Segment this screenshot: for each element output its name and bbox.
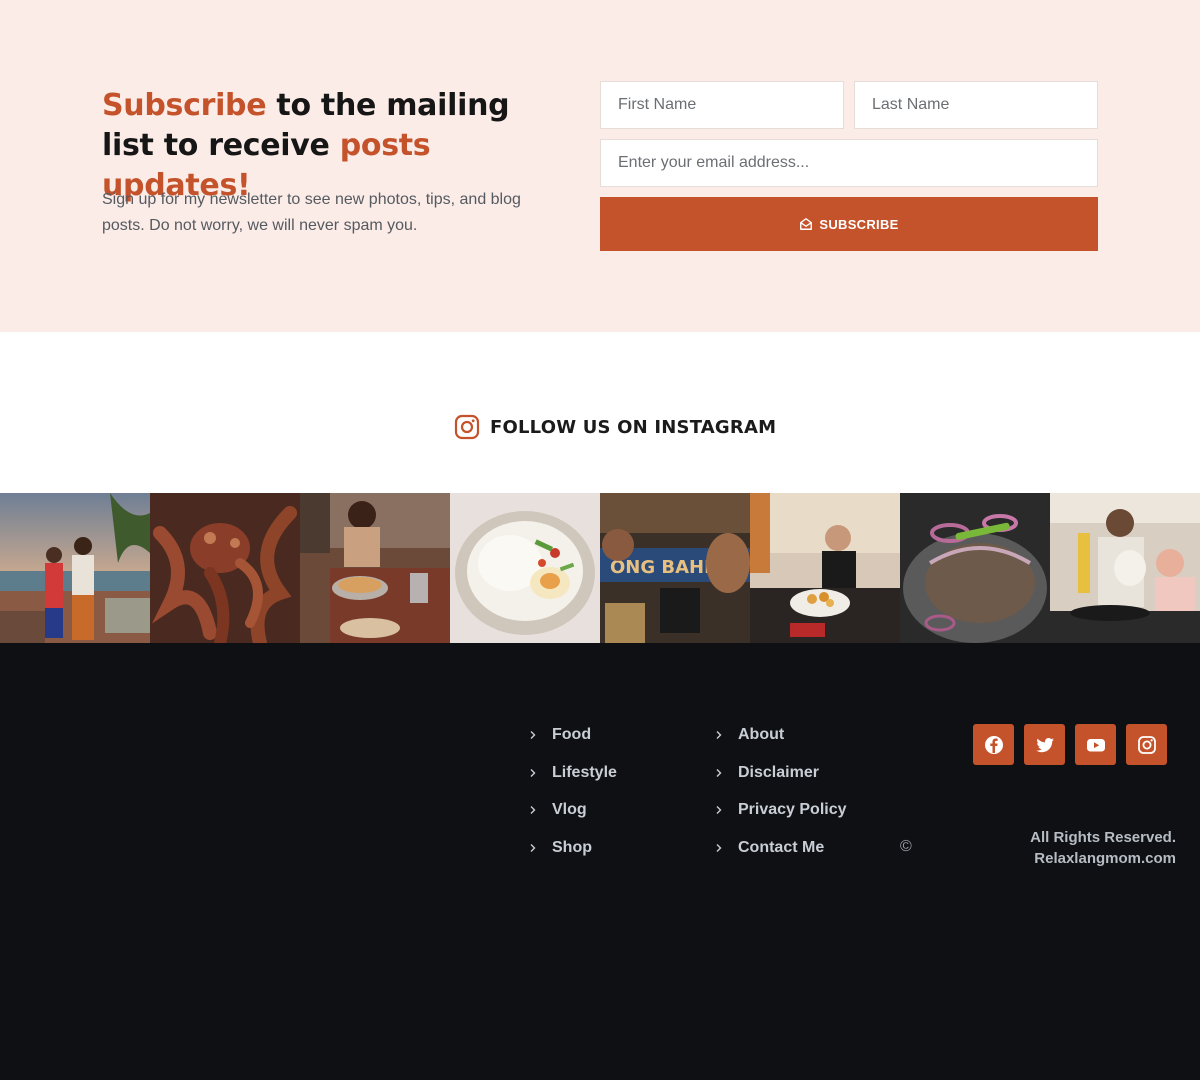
- subscribe-button-label: SUBSCRIBE: [819, 216, 899, 232]
- site-footer: Food Lifestyle Vlog Shop About Disclaime…: [0, 643, 1200, 1080]
- footer-link-contact-me[interactable]: Contact Me: [714, 836, 847, 860]
- chevron-right-icon: [530, 768, 536, 777]
- chevron-right-icon: [716, 843, 722, 852]
- restaurant-selfie-photo[interactable]: ONG BAHRU: [600, 493, 750, 643]
- envelope-open-icon: [800, 218, 813, 230]
- youtube-icon: [1086, 738, 1105, 751]
- footer-link-label: Vlog: [552, 801, 587, 818]
- footer-link-privacy-policy[interactable]: Privacy Policy: [714, 798, 847, 822]
- footer-link-shop[interactable]: Shop: [528, 836, 617, 860]
- grilled-octopus-photo[interactable]: [150, 493, 300, 643]
- facebook-icon: [984, 735, 1003, 754]
- rights-text: All Rights Reserved. Relaxlangmom.com: [1030, 827, 1176, 869]
- footer-link-label: Lifestyle: [552, 763, 617, 781]
- footer-link-vlog[interactable]: Vlog: [528, 798, 617, 822]
- chevron-right-icon: [716, 806, 722, 814]
- twitter-icon: [1035, 737, 1054, 752]
- footer-link-label: Shop: [552, 838, 592, 856]
- subscribe-section: Subscribe to the mailing list to receive…: [0, 0, 1200, 332]
- facebook-link[interactable]: [973, 724, 1014, 765]
- restaurant-hotpot-photo[interactable]: [300, 493, 450, 643]
- instagram-photo-strip: ONG BAHRU: [0, 493, 1200, 643]
- kitchen-cooking-photo[interactable]: [1050, 493, 1200, 643]
- footer-link-food[interactable]: Food: [528, 723, 617, 747]
- footer-link-label: About: [738, 726, 785, 743]
- subscribe-description: Sign up for my newsletter to see new pho…: [102, 191, 521, 234]
- instagram-link[interactable]: [1126, 724, 1167, 765]
- sizzling-sisig-photo[interactable]: [900, 493, 1050, 643]
- footer-link-label: Contact Me: [738, 838, 825, 856]
- instagram-icon: [1137, 735, 1156, 754]
- footer-link-disclaimer[interactable]: Disclaimer: [714, 761, 847, 785]
- footer-link-label: Food: [552, 726, 592, 743]
- instagram-icon: [454, 414, 480, 440]
- first-name-placeholder: First Name: [618, 96, 697, 113]
- footer-link-about[interactable]: About: [714, 723, 847, 747]
- footer-link-label: Disclaimer: [738, 763, 819, 781]
- instagram-header: FOLLOW US ON INSTAGRAM: [454, 413, 776, 441]
- twitter-link[interactable]: [1024, 724, 1065, 765]
- footer-nav-pages: About Disclaimer Privacy Policy Contact …: [714, 723, 847, 873]
- first-name-input[interactable]: First Name: [600, 81, 844, 129]
- footer-link-lifestyle[interactable]: Lifestyle: [528, 761, 617, 785]
- chevron-right-icon: [530, 806, 536, 814]
- chevron-right-icon: [716, 768, 722, 777]
- chevron-right-icon: [530, 731, 536, 739]
- email-input[interactable]: Enter your email address...: [600, 139, 1098, 187]
- rice-egg-dish-photo[interactable]: [450, 493, 600, 643]
- footer-link-label: Privacy Policy: [738, 801, 847, 818]
- site-domain: Relaxlangmom.com: [1034, 850, 1176, 867]
- chevron-right-icon: [530, 843, 536, 852]
- rights-line: All Rights Reserved.: [1030, 829, 1176, 846]
- youtube-link[interactable]: [1075, 724, 1116, 765]
- diner-woman-photo[interactable]: [750, 493, 900, 643]
- subscribe-button[interactable]: SUBSCRIBE: [600, 197, 1098, 251]
- email-placeholder: Enter your email address...: [618, 154, 810, 171]
- last-name-placeholder: Last Name: [872, 96, 950, 113]
- instagram-title: FOLLOW US ON INSTAGRAM: [490, 416, 777, 438]
- beach-family-photo[interactable]: [0, 493, 150, 643]
- heading-accent-subscribe: Subscribe: [102, 88, 267, 123]
- copyright-symbol: ©: [900, 838, 912, 855]
- chevron-right-icon: [716, 731, 722, 739]
- last-name-input[interactable]: Last Name: [854, 81, 1098, 129]
- footer-nav-categories: Food Lifestyle Vlog Shop: [528, 723, 617, 873]
